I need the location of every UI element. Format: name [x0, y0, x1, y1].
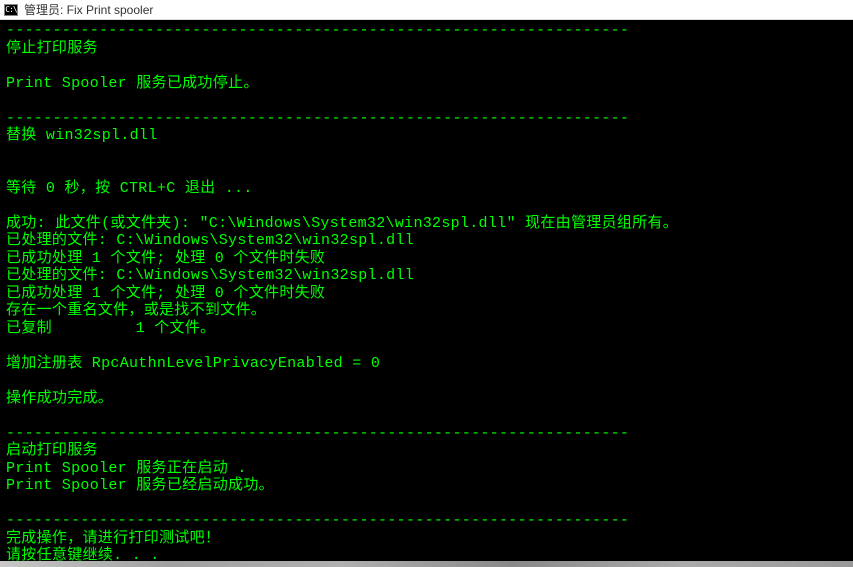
- desktop-bottom-sliver: [0, 561, 853, 567]
- titlebar[interactable]: C:\ 管理员: Fix Print spooler: [0, 0, 853, 20]
- cmd-icon: C:\: [4, 4, 18, 16]
- window-title: 管理员: Fix Print spooler: [24, 1, 153, 18]
- console-output[interactable]: ----------------------------------------…: [0, 20, 853, 561]
- command-prompt-window: C:\ 管理员: Fix Print spooler -------------…: [0, 0, 853, 567]
